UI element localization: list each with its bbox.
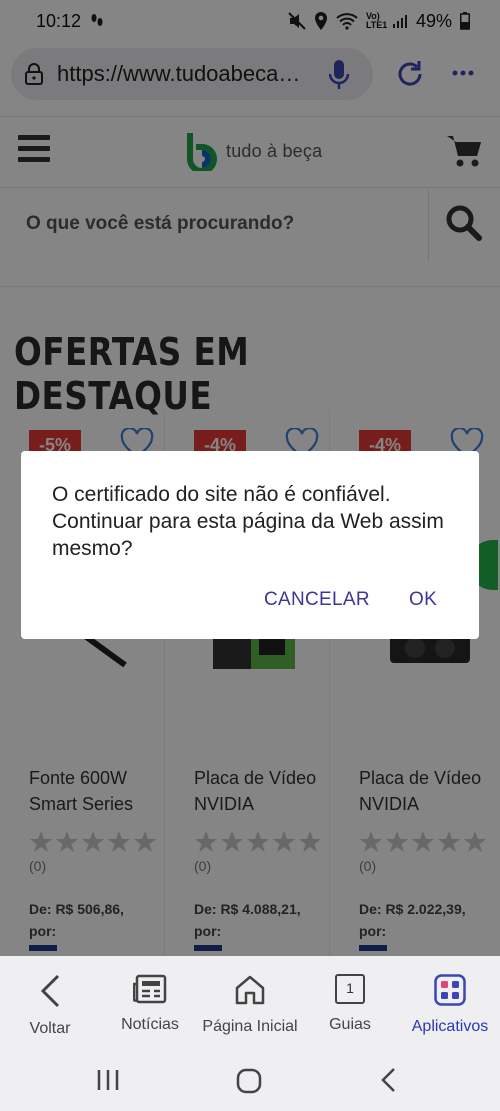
browser-bottom-nav: Voltar Notícias Página Inicial 1 Guias A… [0,956,500,1048]
nav-back[interactable]: Voltar [0,956,100,1048]
apps-icon [434,974,466,1006]
recents-icon[interactable] [96,1068,120,1092]
nav-apps[interactable]: Aplicativos [400,956,500,1048]
nav-tabs[interactable]: 1 Guias [300,956,400,1048]
system-back-icon[interactable] [379,1067,397,1093]
system-nav-bar [0,1048,500,1111]
tabs-count: 1 [346,980,354,996]
nav-home-label: Página Inicial [202,1018,298,1035]
home-icon [235,975,265,1005]
dialog-message: O certificado do site não é confiável. C… [52,483,444,560]
back-arrow-icon [40,974,60,1008]
nav-apps-label: Aplicativos [411,1018,489,1035]
news-icon [133,974,167,1004]
cancel-button[interactable]: CANCELAR [264,589,370,611]
system-home-icon[interactable] [236,1068,262,1094]
nav-back-label: Voltar [29,1020,71,1037]
nav-news[interactable]: Notícias [100,956,200,1048]
ok-button[interactable]: OK [409,589,437,611]
nav-home[interactable]: Página Inicial [200,956,300,1048]
nav-tabs-label: Guias [329,1016,371,1033]
certificate-warning-dialog: O certificado do site não é confiável. C… [21,451,479,639]
nav-news-label: Notícias [121,1016,179,1033]
tabs-icon: 1 [335,974,365,1004]
